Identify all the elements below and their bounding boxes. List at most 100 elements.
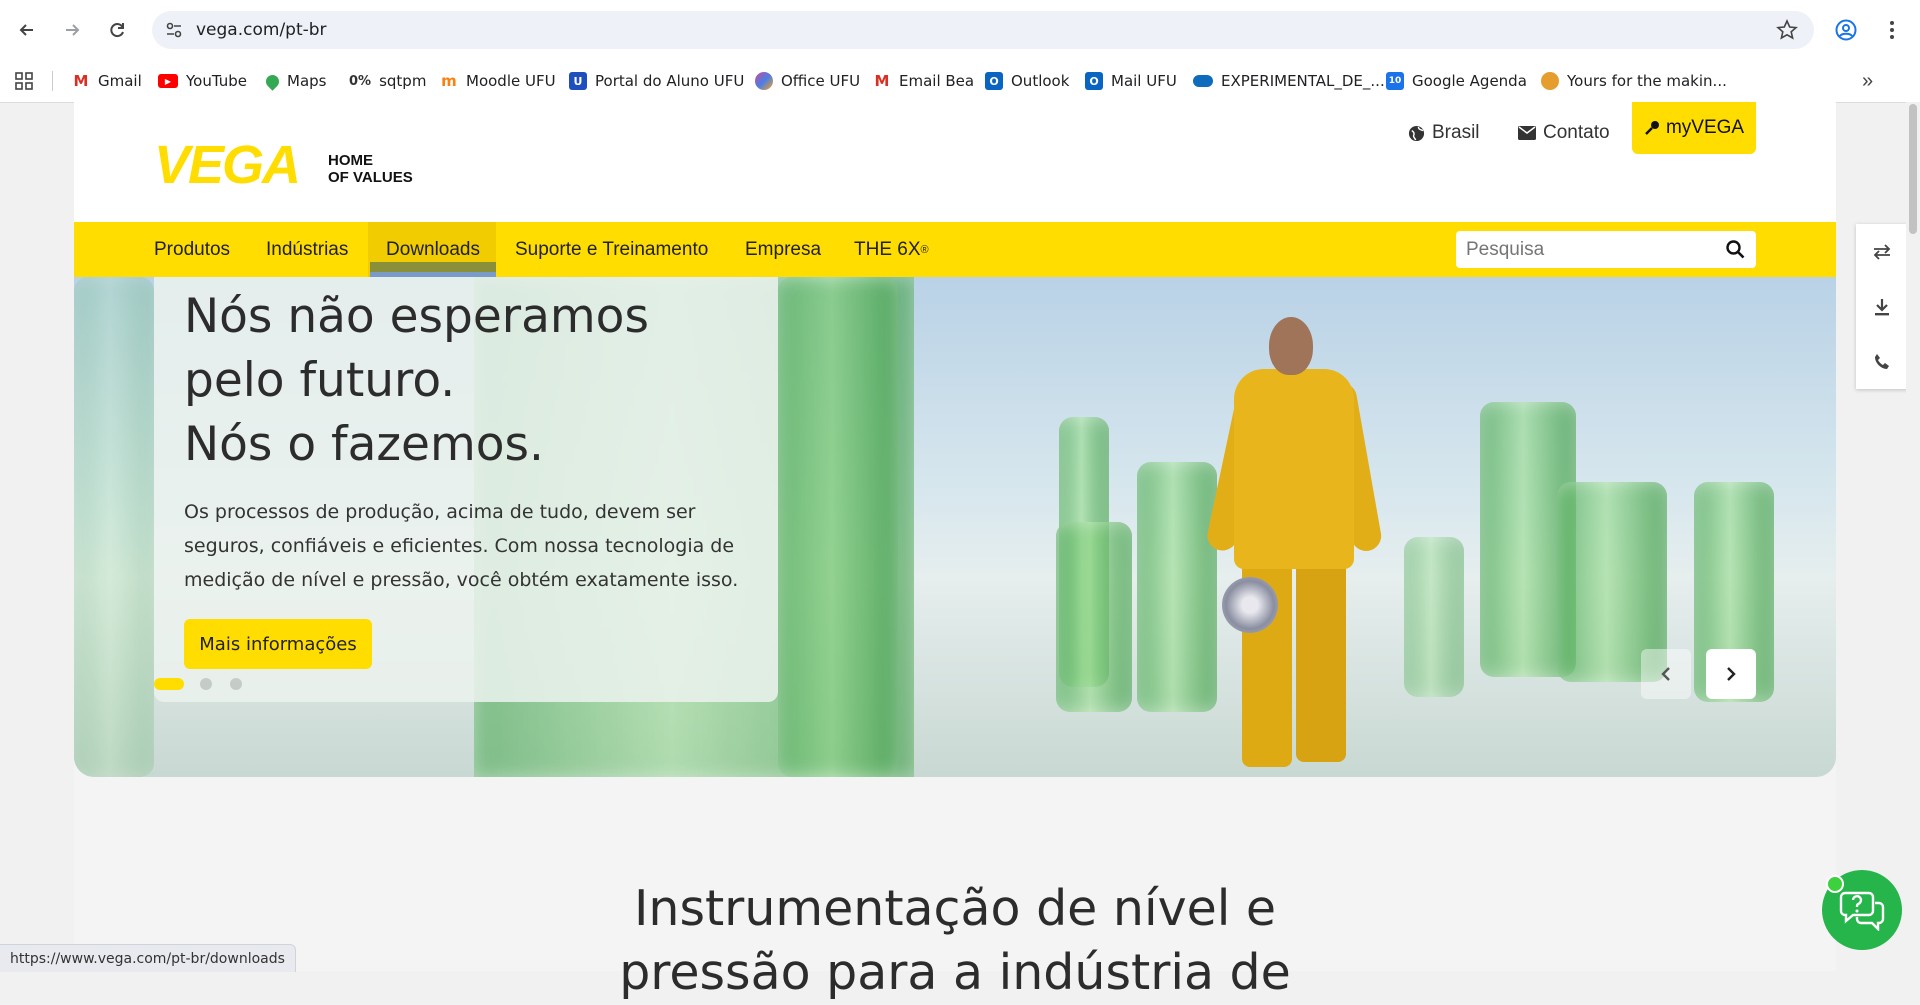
nav-downloads[interactable]: Downloads: [386, 222, 480, 277]
search-icon[interactable]: [1726, 240, 1745, 259]
chat-help-icon: [1839, 891, 1885, 931]
logo-tagline-line1: HOME: [328, 152, 373, 169]
contact-label: Contato: [1543, 122, 1610, 143]
main-navigation: Produtos Indústrias Downloads Suporte e …: [74, 222, 1836, 278]
bookmark-sqtpm[interactable]: 0% sqtpm: [349, 60, 426, 102]
bookmark-yours[interactable]: Yours for the makin...: [1541, 60, 1727, 102]
bookmark-label: sqtpm: [379, 72, 427, 90]
more-bookmarks-icon[interactable]: »: [1862, 70, 1873, 93]
bookmark-label: Office UFU: [781, 72, 861, 90]
link-status-bar: https://www.vega.com/pt-br/downloads: [0, 944, 296, 972]
bookmark-email-bea[interactable]: M Email Bea: [873, 60, 974, 102]
bookmarks-bar: M Gmail ▶ YouTube Maps 0% sqtpm m Moodle…: [0, 60, 1920, 103]
address-bar[interactable]: vega.com/pt-br: [152, 11, 1814, 49]
bookmark-mail-ufu[interactable]: O Mail UFU: [1085, 60, 1177, 102]
forward-arrow-icon: [66, 24, 80, 36]
hero-person-body: [1234, 369, 1354, 569]
hero-text: Os processos de produção, acima de tudo,…: [184, 501, 739, 591]
logo-tagline: HOME OF VALUES: [328, 152, 413, 186]
online-status-dot: [1826, 875, 1844, 893]
section-title: Instrumentação de nível e pressão para a…: [619, 880, 1291, 1001]
site-info-icon[interactable]: [164, 20, 184, 40]
hero-bg-glass: [74, 277, 154, 777]
download-icon: [1875, 298, 1889, 315]
bookmark-onedrive[interactable]: EXPERIMENTAL_DE_...: [1193, 60, 1385, 102]
bookmark-label: Gmail: [98, 72, 142, 90]
forward-button[interactable]: [54, 12, 90, 48]
hero-card: Nós não esperamos pelo futuro. Nós o faz…: [154, 277, 778, 702]
gmail-icon: M: [72, 72, 90, 90]
hero-bg-glass: [1056, 522, 1132, 712]
more-info-button[interactable]: Mais informações: [184, 619, 372, 669]
country-selector[interactable]: Brasil: [1408, 112, 1480, 154]
nav-suporte[interactable]: Suporte e Treinamento: [515, 222, 708, 277]
outlook-icon: O: [985, 72, 1003, 90]
web-page: VEGA HOME OF VALUES Brasil Contato myVEG…: [74, 102, 1836, 1001]
vega-logo[interactable]: VEGA: [154, 138, 301, 192]
bookmark-gmail[interactable]: M Gmail: [72, 60, 142, 102]
bookmark-moodle[interactable]: m Moodle UFU: [440, 60, 556, 102]
back-arrow-icon: [19, 24, 33, 36]
bookmark-google-agenda[interactable]: 10 Google Agenda: [1386, 60, 1527, 102]
search-box: [1456, 231, 1756, 268]
nav-the-6x-label: THE 6X: [854, 238, 921, 260]
search-input[interactable]: [1466, 231, 1716, 268]
bookmark-maps[interactable]: Maps: [263, 60, 326, 102]
office-icon: [755, 72, 773, 90]
nav-produtos[interactable]: Produtos: [154, 222, 230, 277]
browser-menu-button[interactable]: [1874, 12, 1910, 48]
carousel-dot[interactable]: [230, 678, 242, 690]
contact-link[interactable]: Contato: [1518, 112, 1610, 154]
moodle-icon: m: [440, 72, 458, 90]
bookmark-label: Google Agenda: [1412, 72, 1527, 90]
hero-title: Nós não esperamos pelo futuro. Nós o faz…: [184, 289, 649, 472]
bookmark-youtube[interactable]: ▶ YouTube: [158, 60, 247, 102]
bookmark-portal-aluno[interactable]: U Portal do Aluno UFU: [569, 60, 744, 102]
carousel-dot-active[interactable]: [154, 678, 184, 690]
gmail-icon: M: [873, 72, 891, 90]
apps-grid-icon[interactable]: [14, 71, 34, 96]
carousel-prev-button[interactable]: [1641, 649, 1691, 699]
hero-person-head: [1269, 317, 1313, 375]
hero-carousel: Nós não esperamos pelo futuro. Nós o faz…: [74, 277, 1836, 777]
bookmark-label: Portal do Aluno UFU: [595, 72, 745, 90]
maps-icon: [263, 71, 282, 91]
carousel-next-button[interactable]: [1706, 649, 1756, 699]
url-text[interactable]: vega.com/pt-br: [196, 20, 327, 40]
hero-person-leg: [1296, 557, 1346, 762]
compare-button[interactable]: [1856, 224, 1908, 279]
bookmark-label: Yours for the makin...: [1567, 72, 1727, 90]
profile-icon: [1835, 19, 1857, 41]
browser-toolbar: vega.com/pt-br: [0, 0, 1920, 60]
bookmark-label: EXPERIMENTAL_DE_...: [1221, 72, 1385, 90]
hero-bg-glass: [778, 277, 898, 777]
globe-icon: [1408, 125, 1425, 141]
carousel-dot[interactable]: [200, 678, 212, 690]
downloads-side-button[interactable]: [1856, 279, 1908, 334]
chevron-right-icon: [1727, 667, 1736, 681]
ufu-icon: U: [569, 72, 587, 90]
youtube-icon: ▶: [158, 74, 178, 88]
hero-flange: [1222, 577, 1278, 633]
nav-industrias[interactable]: Indústrias: [266, 222, 348, 277]
logo-tagline-line2: OF VALUES: [328, 169, 413, 186]
nav-empresa[interactable]: Empresa: [745, 222, 821, 277]
scrollbar-thumb[interactable]: [1909, 104, 1917, 234]
bookmark-office[interactable]: Office UFU: [755, 60, 860, 102]
side-toolbar: [1856, 224, 1908, 389]
onedrive-icon: [1193, 75, 1213, 87]
bookmark-star-icon[interactable]: [1776, 19, 1798, 41]
page-scrollbar[interactable]: [1906, 102, 1920, 971]
back-button[interactable]: [9, 12, 45, 48]
bookmark-label: Outlook: [1011, 72, 1070, 90]
more-vert-icon: [1890, 21, 1894, 39]
profile-button[interactable]: [1828, 12, 1864, 48]
bookmark-label: Mail UFU: [1111, 72, 1177, 90]
bookmark-outlook[interactable]: O Outlook: [985, 60, 1069, 102]
nav-the-6x[interactable]: THE 6X ®: [854, 222, 929, 277]
reload-button[interactable]: [99, 12, 135, 48]
bookmark-label: YouTube: [186, 72, 247, 90]
myvega-button[interactable]: myVEGA: [1632, 102, 1756, 154]
hero-bg-glass: [1404, 537, 1464, 697]
phone-side-button[interactable]: [1856, 334, 1908, 389]
